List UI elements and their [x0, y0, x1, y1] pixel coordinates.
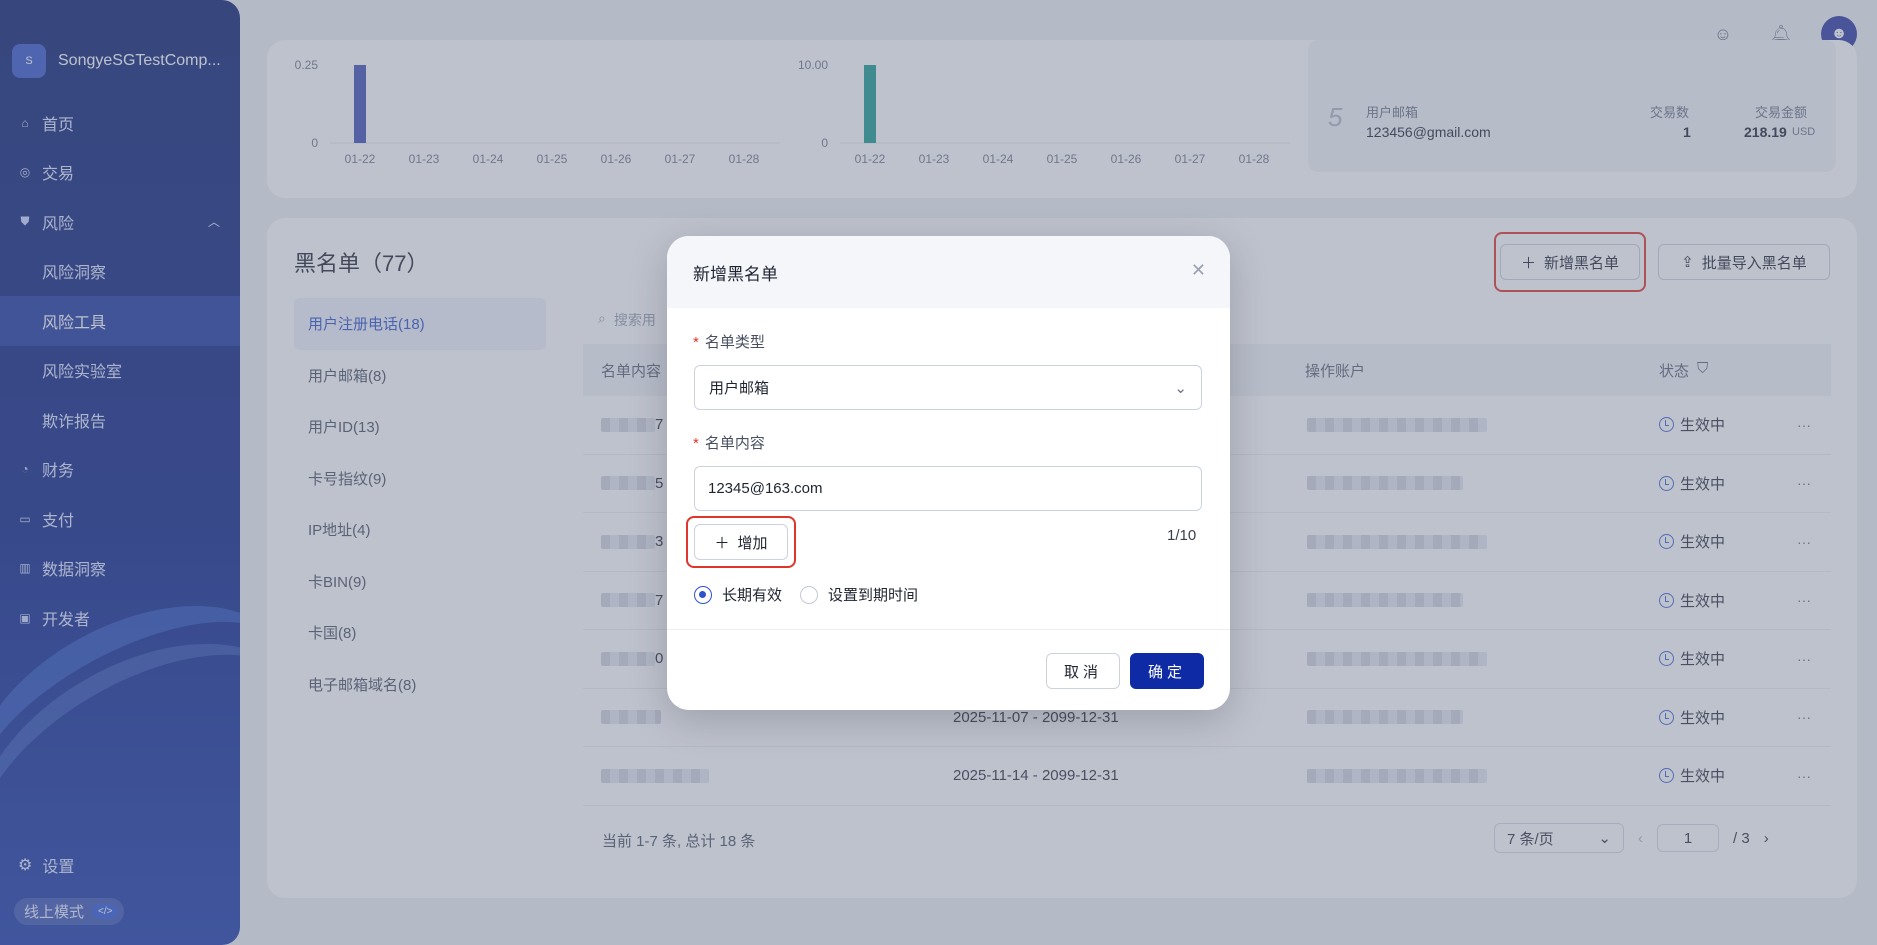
entry-counter: 1/10: [1167, 527, 1197, 544]
list-content-input[interactable]: 12345@163.com: [694, 466, 1202, 511]
radio-permanent-label[interactable]: 长期有效: [722, 584, 782, 605]
content-label-text: 名单内容: [704, 435, 765, 452]
radio-expiry[interactable]: [800, 585, 819, 604]
confirm-button[interactable]: 确定: [1130, 653, 1204, 689]
radio-permanent[interactable]: [694, 585, 712, 604]
chevron-down-icon: ⌄: [1174, 379, 1187, 397]
content-label: * 名单内容: [693, 432, 765, 453]
type-label: * 名单类型: [693, 331, 765, 352]
radio-expiry-label[interactable]: 设置到期时间: [828, 584, 918, 605]
type-label-text: 名单类型: [704, 334, 765, 351]
expiry-options: 长期有效 设置到期时间: [694, 584, 918, 605]
add-blacklist-dialog: 新增黑名单 ✕ * 名单类型 用户邮箱 ⌄ * 名单内容 12345@163.com…: [667, 236, 1230, 710]
dialog-header: 新增黑名单 ✕: [667, 236, 1230, 308]
required-mark: *: [693, 334, 699, 351]
cancel-button[interactable]: 取消: [1046, 653, 1120, 689]
highlight-box: [686, 516, 796, 568]
list-type-select[interactable]: 用户邮箱 ⌄: [694, 365, 1202, 410]
close-icon[interactable]: ✕: [1191, 260, 1206, 281]
divider: [667, 629, 1230, 630]
dialog-title: 新增黑名单: [693, 264, 778, 284]
required-mark: *: [693, 435, 699, 452]
list-type-value: 用户邮箱: [709, 380, 770, 397]
